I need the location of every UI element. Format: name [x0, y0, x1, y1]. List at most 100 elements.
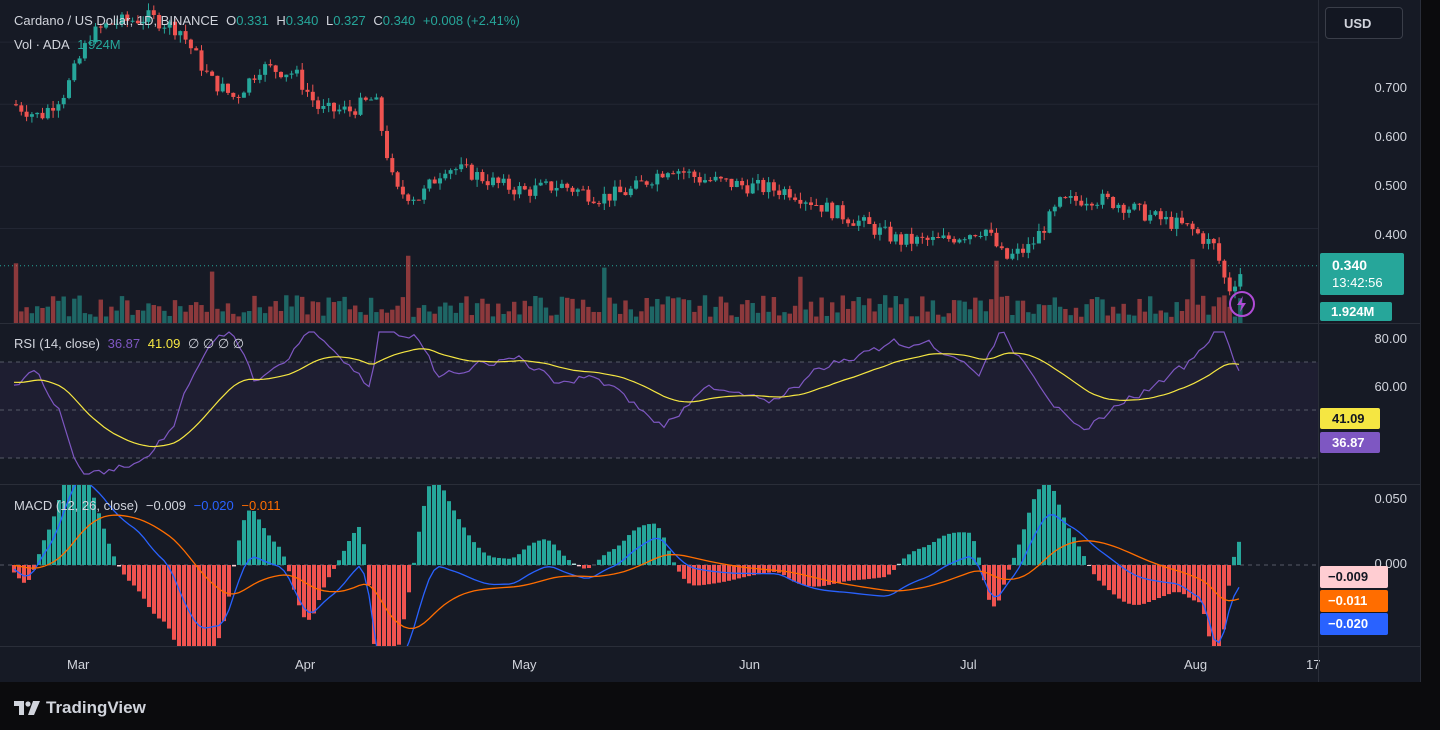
volume-bar	[861, 305, 867, 323]
price-axis[interactable]: 0.700 0.600 0.500 0.400 0.340 13:42:56 1…	[1318, 0, 1421, 682]
volume-bar	[66, 316, 72, 323]
macd-histogram-bar	[542, 539, 546, 565]
macd-histogram-bar	[532, 542, 536, 565]
macd-histogram-bar	[627, 535, 631, 565]
macd-histogram-bar	[932, 541, 936, 565]
alert-lightning-icon[interactable]	[1229, 291, 1255, 317]
macd-histogram-bar	[367, 565, 371, 585]
candle-body	[1026, 244, 1031, 253]
volume-bar	[1211, 306, 1216, 323]
candle-body	[337, 109, 342, 112]
volume-bar	[395, 305, 400, 323]
candle-body	[1042, 231, 1047, 233]
volume-bar	[141, 310, 146, 323]
macd-histogram-bar	[457, 519, 461, 565]
macd-histogram-bar	[517, 554, 521, 565]
candle-body	[369, 99, 374, 101]
volume-bar	[755, 312, 761, 323]
volume-bar	[1148, 296, 1153, 323]
candle-body	[379, 97, 384, 131]
volume-bar	[485, 303, 490, 323]
candle-body	[713, 176, 718, 181]
macd-histogram-bar	[462, 527, 466, 565]
candle-body	[220, 83, 225, 92]
candle-body	[1148, 214, 1153, 221]
macd-signal-value: −0.011	[241, 498, 281, 513]
macd-histogram-bar	[1092, 565, 1096, 575]
candle-body	[1058, 197, 1063, 207]
candle-body	[1233, 286, 1237, 292]
candle-body	[422, 188, 427, 200]
volume-bar	[1089, 299, 1095, 323]
macd-histogram-bar	[487, 555, 491, 565]
volume-bar	[1057, 306, 1063, 323]
volume-bar	[443, 302, 448, 323]
candle-body	[586, 189, 591, 202]
volume-bar	[639, 311, 644, 323]
candle-body	[347, 106, 352, 112]
price-pane[interactable]: Cardano / US Dollar, 1D, BINANCE O0.331 …	[0, 0, 1318, 323]
time-axis[interactable]: Mar Apr May Jun Jul Aug 17	[0, 647, 1320, 682]
macd-histogram-bar	[137, 565, 141, 592]
macd-histogram-bar	[767, 565, 771, 573]
volume-bar	[612, 303, 618, 323]
volume-bar	[824, 315, 830, 323]
volume-bar	[469, 315, 474, 323]
macd-histogram-bar	[247, 510, 251, 565]
candle-body	[867, 217, 872, 225]
volume-bar	[782, 312, 787, 323]
price-chart[interactable]	[0, 0, 1318, 323]
volume-bar	[209, 271, 215, 323]
candle-body	[989, 229, 994, 233]
macd-histogram-bar	[657, 528, 661, 565]
macd-histogram-bar	[607, 551, 611, 565]
macd-pane[interactable]: MACD (12, 26, close) −0.009 −0.020 −0.01…	[0, 485, 1318, 647]
candle-body	[263, 64, 268, 75]
volume-bar	[877, 303, 883, 323]
macd-histogram-bar	[1237, 541, 1241, 565]
candle-body	[681, 171, 686, 173]
volume-bar	[183, 311, 188, 323]
macd-histogram-bar	[847, 565, 851, 581]
currency-button[interactable]: USD	[1325, 7, 1403, 39]
volume-bar	[967, 309, 973, 323]
macd-histogram-bar	[1017, 544, 1021, 565]
macd-histogram-bar	[967, 532, 971, 565]
candle-countdown: 13:42:56	[1332, 275, 1383, 290]
candle-body	[1169, 216, 1174, 229]
macd-label: MACD (12, 26, close)	[14, 498, 139, 513]
candle-body	[1105, 193, 1110, 197]
candle-body	[35, 112, 40, 115]
last-volume-tag: 1.924M	[1320, 302, 1392, 321]
candle-body	[1063, 197, 1068, 199]
volume-bar	[1052, 297, 1057, 323]
candle-body	[326, 102, 331, 106]
macd-histogram-bar	[1232, 556, 1236, 565]
macd-histogram-bar	[402, 565, 406, 620]
macd-histogram-bar	[442, 490, 446, 565]
macd-histogram-bar	[612, 549, 616, 565]
macd-histogram-bar	[177, 565, 181, 647]
candle-body	[612, 186, 617, 201]
footer-brand-text: TradingView	[46, 698, 146, 717]
candle-body	[703, 180, 707, 183]
candle-body	[332, 102, 336, 112]
volume-bar	[268, 306, 273, 323]
candle-body	[676, 171, 681, 174]
macd-histogram-bar	[262, 528, 266, 565]
volume-bar	[671, 298, 676, 323]
macd-histogram-bar	[502, 558, 506, 565]
volume-bar	[459, 302, 464, 323]
candle-body	[1211, 239, 1216, 244]
rsi-pane[interactable]: RSI (14, close) 36.87 41.09 ∅ ∅ ∅ ∅	[0, 324, 1318, 484]
volume-bar	[135, 310, 141, 323]
macd-histogram-bar	[1057, 504, 1061, 565]
candle-body	[1185, 223, 1190, 225]
candle-body	[740, 180, 745, 186]
macd-histogram-bar	[352, 532, 356, 565]
macd-histogram-bar	[812, 565, 816, 587]
volume-bar	[533, 296, 538, 323]
macd-histogram-bar	[192, 565, 196, 647]
candle-body	[528, 189, 533, 196]
volume-bar	[883, 295, 888, 323]
